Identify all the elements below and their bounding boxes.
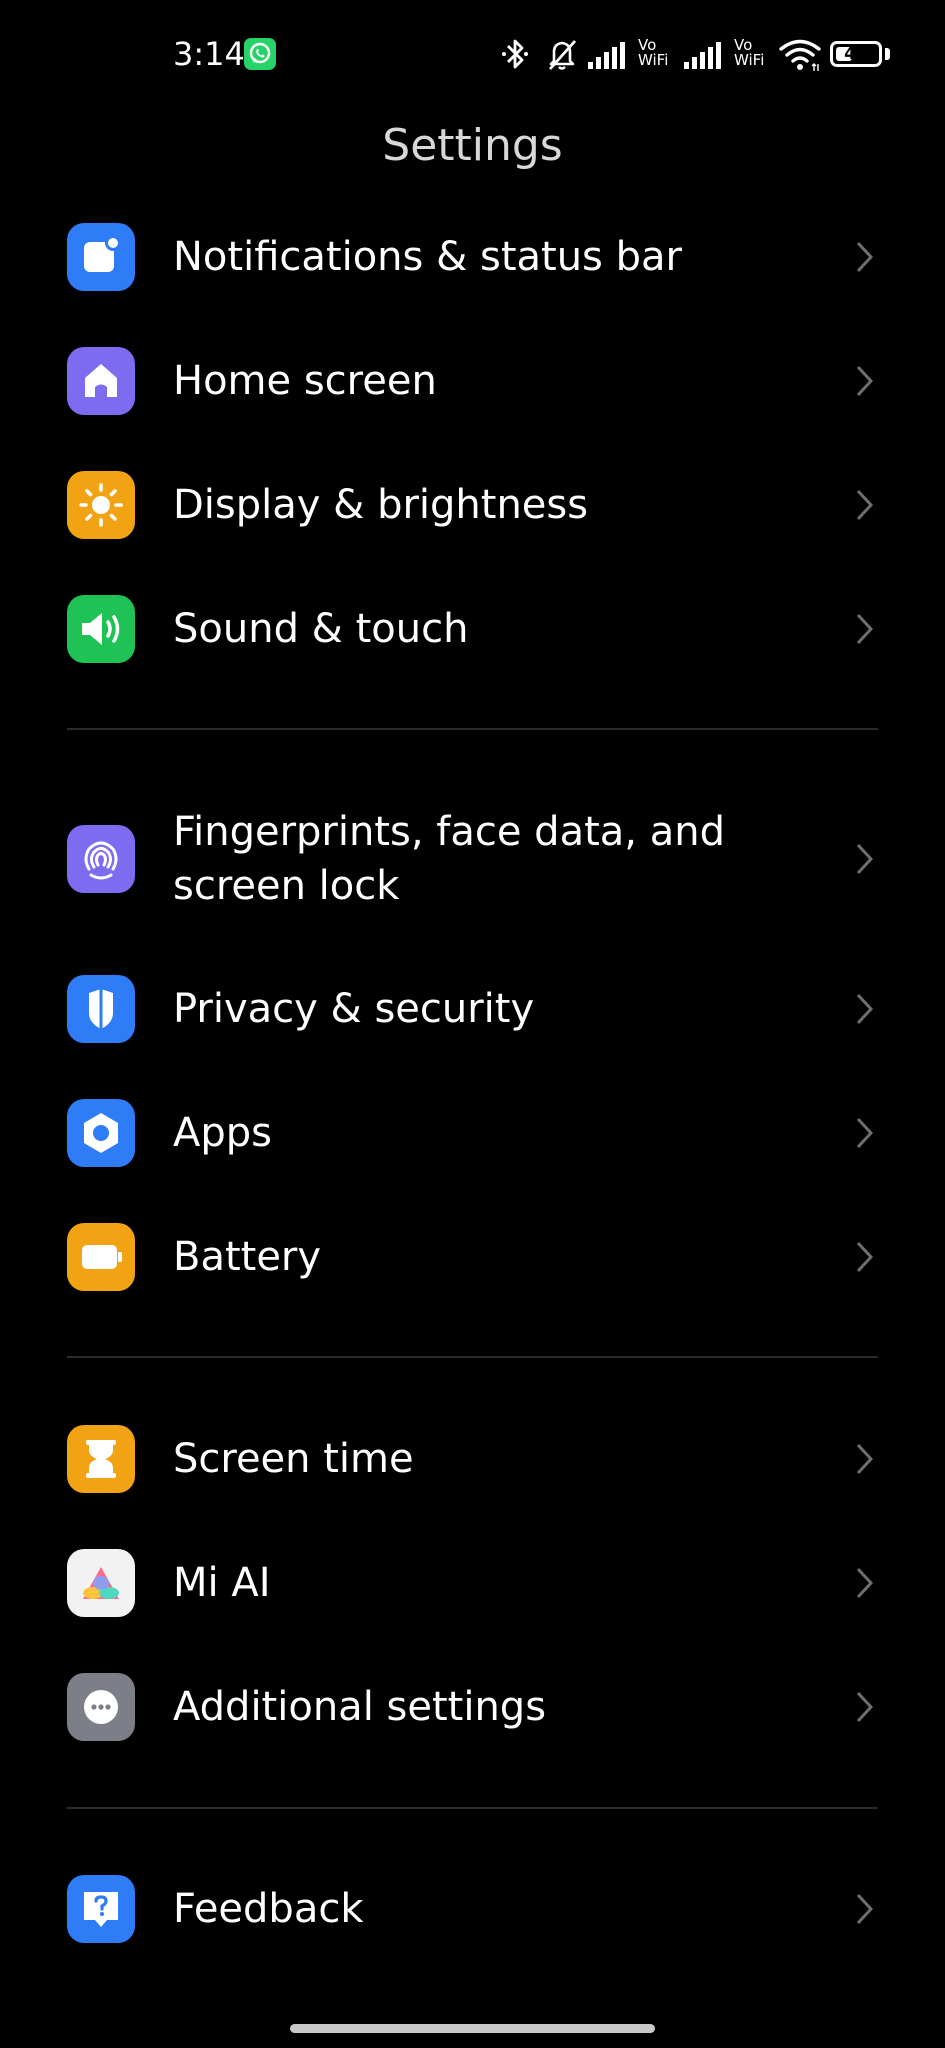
- settings-item-apps[interactable]: Apps: [0, 1071, 945, 1195]
- fingerprint-icon: [67, 825, 135, 893]
- chevron-right-icon: [856, 489, 874, 521]
- signal-icon: [684, 42, 721, 69]
- settings-item-label: Additional settings: [173, 1684, 547, 1730]
- whatsapp-icon: [244, 38, 276, 70]
- settings-item-notifications[interactable]: Notifications & status bar: [0, 195, 945, 319]
- settings-item-display[interactable]: Display & brightness: [0, 443, 945, 567]
- chevron-right-icon: [856, 1893, 874, 1925]
- settings-item-label: Home screen: [173, 358, 437, 404]
- settings-item-sound[interactable]: Sound & touch: [0, 567, 945, 691]
- sun-icon: [67, 471, 135, 539]
- notification-icon: [67, 223, 135, 291]
- settings-item-label: Fingerprints, face data, and screen lock: [173, 809, 725, 909]
- feedback-icon: [67, 1875, 135, 1943]
- hourglass-icon: [67, 1425, 135, 1493]
- hexagon-icon: [67, 1099, 135, 1167]
- settings-item-label: Feedback: [173, 1886, 364, 1932]
- section-divider: [67, 1807, 878, 1809]
- settings-item-label: Mi AI: [173, 1560, 271, 1606]
- chevron-right-icon: [856, 365, 874, 397]
- battery-tip: [885, 48, 890, 60]
- chevron-right-icon: [856, 613, 874, 645]
- page-title: Settings: [382, 120, 563, 171]
- battery-icon: [67, 1223, 135, 1291]
- mi-ai-icon: [67, 1549, 135, 1617]
- settings-item-battery[interactable]: Battery: [0, 1195, 945, 1319]
- settings-item-mi-ai[interactable]: Mi AI: [0, 1521, 945, 1645]
- home-indicator[interactable]: [290, 2024, 655, 2033]
- settings-item-label: Display & brightness: [173, 482, 589, 528]
- battery-indicator: 41: [830, 41, 882, 67]
- bell-off-icon: [548, 40, 577, 70]
- speaker-icon: [67, 595, 135, 663]
- settings-item-label: Apps: [173, 1110, 272, 1156]
- settings-item-privacy[interactable]: Privacy & security: [0, 947, 945, 1071]
- settings-item-label: Screen time: [173, 1436, 414, 1482]
- chevron-right-icon: [856, 1443, 874, 1475]
- section-divider: [67, 728, 878, 730]
- settings-item-label: Privacy & security: [173, 986, 535, 1032]
- chevron-right-icon: [856, 1691, 874, 1723]
- chevron-right-icon: [856, 843, 874, 875]
- signal-icon: [588, 42, 625, 69]
- vowifi-icon: Vo WiFi: [638, 36, 669, 69]
- chevron-right-icon: [856, 241, 874, 273]
- settings-item-screen-time[interactable]: Screen time: [0, 1397, 945, 1521]
- settings-item-additional[interactable]: Additional settings: [0, 1645, 945, 1769]
- settings-item-home-screen[interactable]: Home screen: [0, 319, 945, 443]
- chevron-right-icon: [856, 1117, 874, 1149]
- settings-item-label: Notifications & status bar: [173, 234, 682, 280]
- shield-icon: [67, 975, 135, 1043]
- wifi-icon: [779, 39, 821, 71]
- settings-item-label: Battery: [173, 1234, 322, 1280]
- status-time: 3:14: [173, 35, 245, 73]
- vowifi-icon: Vo WiFi: [734, 36, 765, 69]
- settings-item-label: Sound & touch: [173, 606, 469, 652]
- chevron-right-icon: [856, 1241, 874, 1273]
- status-bar: 3:14 Vo WiFi Vo WiFi 41: [0, 0, 945, 108]
- section-divider: [67, 1356, 878, 1358]
- chevron-right-icon: [856, 1567, 874, 1599]
- settings-item-feedback[interactable]: Feedback: [0, 1847, 945, 1971]
- settings-item-fingerprints[interactable]: Fingerprints, face data, and screen lock: [0, 794, 945, 924]
- bluetooth-icon: [502, 39, 528, 69]
- battery-level: 41: [844, 44, 868, 64]
- more-icon: [67, 1673, 135, 1741]
- chevron-right-icon: [856, 993, 874, 1025]
- home-icon: [67, 347, 135, 415]
